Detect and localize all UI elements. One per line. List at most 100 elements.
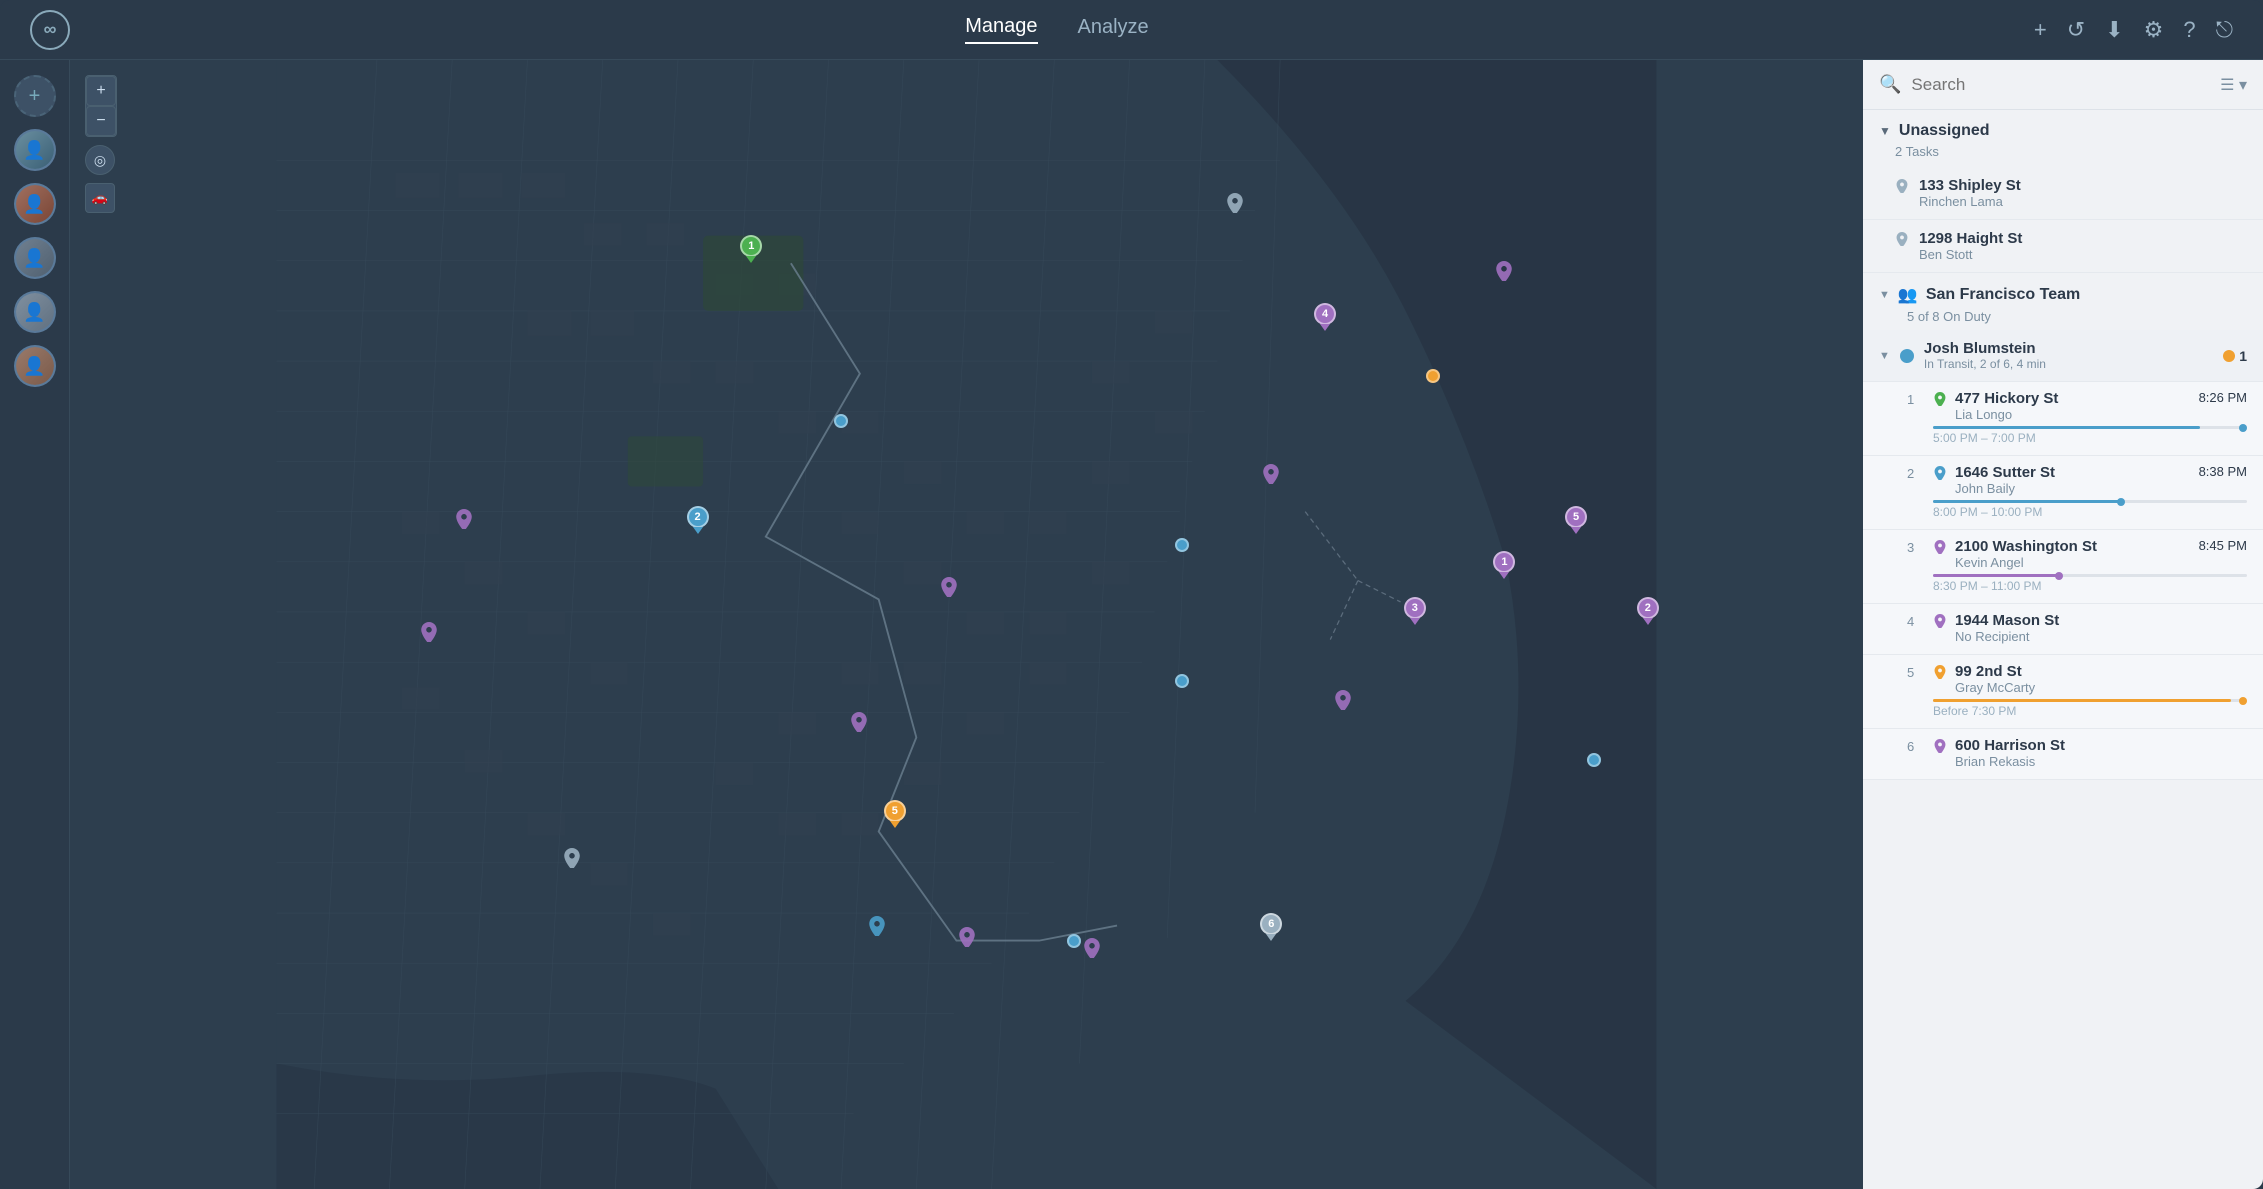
search-bar: 🔍 ☰ ▾ — [1863, 60, 2263, 110]
route-address-2: 1646 Sutter St — [1955, 464, 2191, 481]
driver-info: Josh Blumstein In Transit, 2 of 6, 4 min — [1924, 340, 2213, 371]
task-item[interactable]: 133 Shipley St Rinchen Lama — [1863, 167, 2263, 220]
route-num-6: 6 — [1907, 737, 1925, 754]
task-2-address: 1298 Haight St — [1919, 230, 2247, 247]
driver-badge: 1 — [2223, 348, 2247, 364]
route-progress-dot-5 — [2239, 697, 2247, 705]
help-icon[interactable]: ? — [2183, 17, 2195, 43]
unassigned-title: Unassigned — [1899, 122, 1990, 140]
export-icon[interactable]: ⎋ — [2216, 17, 2233, 43]
right-panel: 🔍 ☰ ▾ ▼ Unassigned 2 Tasks 133 Ship — [1863, 60, 2263, 1189]
main-nav: Manage Analyze — [80, 15, 2034, 44]
avatar-img-1: 👤 — [16, 131, 54, 169]
download-icon[interactable]: ⬇ — [2105, 17, 2123, 43]
task-1-info: 133 Shipley St Rinchen Lama — [1919, 177, 2247, 209]
task-2-recipient: Ben Stott — [1919, 247, 2247, 262]
team-collapse[interactable]: ▼ — [1879, 289, 1890, 301]
route-address-6: 600 Harrison St — [1955, 737, 2239, 754]
route-num-2: 2 — [1907, 464, 1925, 481]
route-address-3: 2100 Washington St — [1955, 538, 2191, 555]
unassigned-collapse[interactable]: ▼ — [1879, 124, 1891, 138]
route-info-4: 1944 Mason St No Recipient — [1955, 612, 2239, 644]
route-item-4[interactable]: 4 1944 Mason St No Recipient — [1863, 604, 2263, 655]
task-item-2[interactable]: 1298 Haight St Ben Stott — [1863, 220, 2263, 273]
route-info-1: 477 Hickory St Lia Longo — [1955, 390, 2191, 422]
route-progress-fill-2 — [1933, 500, 2121, 503]
route-item-6-header: 6 600 Harrison St Brian Rekasis — [1907, 737, 2247, 769]
route-num-4: 4 — [1907, 612, 1925, 629]
avatar-3[interactable]: 👤 — [14, 237, 56, 279]
locate-button[interactable]: ◎ — [85, 145, 115, 175]
avatar-2[interactable]: 👤 — [14, 183, 56, 225]
route-recipient-3: Kevin Angel — [1955, 555, 2191, 570]
route-pin-4 — [1933, 614, 1947, 628]
route-recipient-6: Brian Rekasis — [1955, 754, 2239, 769]
route-address-4: 1944 Mason St — [1955, 612, 2239, 629]
map-svg — [70, 60, 1863, 1189]
route-progress-fill-5 — [1933, 699, 2231, 702]
route-time-window-1: 5:00 PM – 7:00 PM — [1933, 431, 2247, 445]
logo[interactable]: ∞ — [30, 10, 80, 50]
route-recipient-5: Gray McCarty — [1955, 680, 2239, 695]
avatar-5[interactable]: 👤 — [14, 345, 56, 387]
route-progress-1 — [1933, 426, 2247, 429]
header-actions: + ↺ ⬇ ⚙ ? ⎋ — [2034, 17, 2233, 43]
route-time-window-3: 8:30 PM – 11:00 PM — [1933, 579, 2247, 593]
avatar-img-4: 👤 — [16, 293, 54, 331]
history-icon[interactable]: ↺ — [2067, 17, 2085, 43]
settings-icon[interactable]: ⚙ — [2144, 17, 2164, 43]
route-time-window-5: Before 7:30 PM — [1933, 704, 2247, 718]
team-name: San Francisco Team — [1926, 286, 2080, 304]
driver-collapse[interactable]: ▼ — [1879, 350, 1890, 362]
car-button[interactable]: 🚗 — [85, 183, 115, 213]
route-progress-fill-1 — [1933, 426, 2200, 429]
route-time-window-2: 8:00 PM – 10:00 PM — [1933, 505, 2247, 519]
route-recipient-1: Lia Longo — [1955, 407, 2191, 422]
route-num-5: 5 — [1907, 663, 1925, 680]
add-worker-button[interactable]: + — [14, 75, 56, 117]
route-info-3: 2100 Washington St Kevin Angel — [1955, 538, 2191, 570]
team-header: ▼ 👥 San Francisco Team — [1863, 273, 2263, 309]
route-item-1[interactable]: 1 477 Hickory St Lia Longo 8:26 PM — [1863, 382, 2263, 456]
team-icon: 👥 — [1898, 285, 1918, 305]
avatar-4[interactable]: 👤 — [14, 291, 56, 333]
route-item-6[interactable]: 6 600 Harrison St Brian Rekasis — [1863, 729, 2263, 780]
avatar-img-5: 👤 — [16, 347, 54, 385]
task-1-recipient: Rinchen Lama — [1919, 194, 2247, 209]
badge-dot — [2223, 350, 2235, 362]
panel-content: ▼ Unassigned 2 Tasks 133 Shipley St Rinc… — [1863, 110, 2263, 1189]
route-item-3[interactable]: 3 2100 Washington St Kevin Angel 8:45 PM — [1863, 530, 2263, 604]
route-num-3: 3 — [1907, 538, 1925, 555]
route-pin-3 — [1933, 540, 1947, 554]
route-pin-2 — [1933, 466, 1947, 480]
route-progress-2 — [1933, 500, 2247, 503]
zoom-out-button[interactable]: − — [86, 106, 116, 136]
avatar-img-2: 👤 — [16, 185, 54, 223]
route-recipient-2: John Baily — [1955, 481, 2191, 496]
route-time-2: 8:38 PM — [2199, 464, 2247, 479]
route-pin-5 — [1933, 665, 1947, 679]
search-input[interactable] — [1911, 75, 2210, 95]
route-item-5-header: 5 99 2nd St Gray McCarty — [1907, 663, 2247, 695]
route-info-2: 1646 Sutter St John Baily — [1955, 464, 2191, 496]
route-item-3-header: 3 2100 Washington St Kevin Angel 8:45 PM — [1907, 538, 2247, 570]
unassigned-section-header: ▼ Unassigned — [1863, 110, 2263, 144]
route-progress-dot-1 — [2239, 424, 2247, 432]
driver-status: In Transit, 2 of 6, 4 min — [1924, 357, 2213, 371]
zoom-in-button[interactable]: + — [86, 76, 116, 106]
avatar-1[interactable]: 👤 — [14, 129, 56, 171]
list-view-icon[interactable]: ☰ ▾ — [2220, 75, 2247, 95]
route-item-2[interactable]: 2 1646 Sutter St John Baily 8:38 PM — [1863, 456, 2263, 530]
route-item-2-header: 2 1646 Sutter St John Baily 8:38 PM — [1907, 464, 2247, 496]
nav-manage[interactable]: Manage — [965, 15, 1037, 44]
add-icon[interactable]: + — [2034, 17, 2047, 43]
avatar-sidebar: + 👤 👤 👤 👤 👤 — [0, 60, 70, 1189]
route-item-5[interactable]: 5 99 2nd St Gray McCarty — [1863, 655, 2263, 729]
map-area[interactable]: + − ◎ 🚗 — [70, 60, 1863, 1189]
main-content: + 👤 👤 👤 👤 👤 + − — [0, 60, 2263, 1189]
nav-analyze[interactable]: Analyze — [1078, 16, 1149, 43]
route-progress-5 — [1933, 699, 2247, 702]
header: ∞ Manage Analyze + ↺ ⬇ ⚙ ? ⎋ — [0, 0, 2263, 60]
logo-icon: ∞ — [30, 10, 70, 50]
driver-row[interactable]: ▼ Josh Blumstein In Transit, 2 of 6, 4 m… — [1863, 330, 2263, 382]
